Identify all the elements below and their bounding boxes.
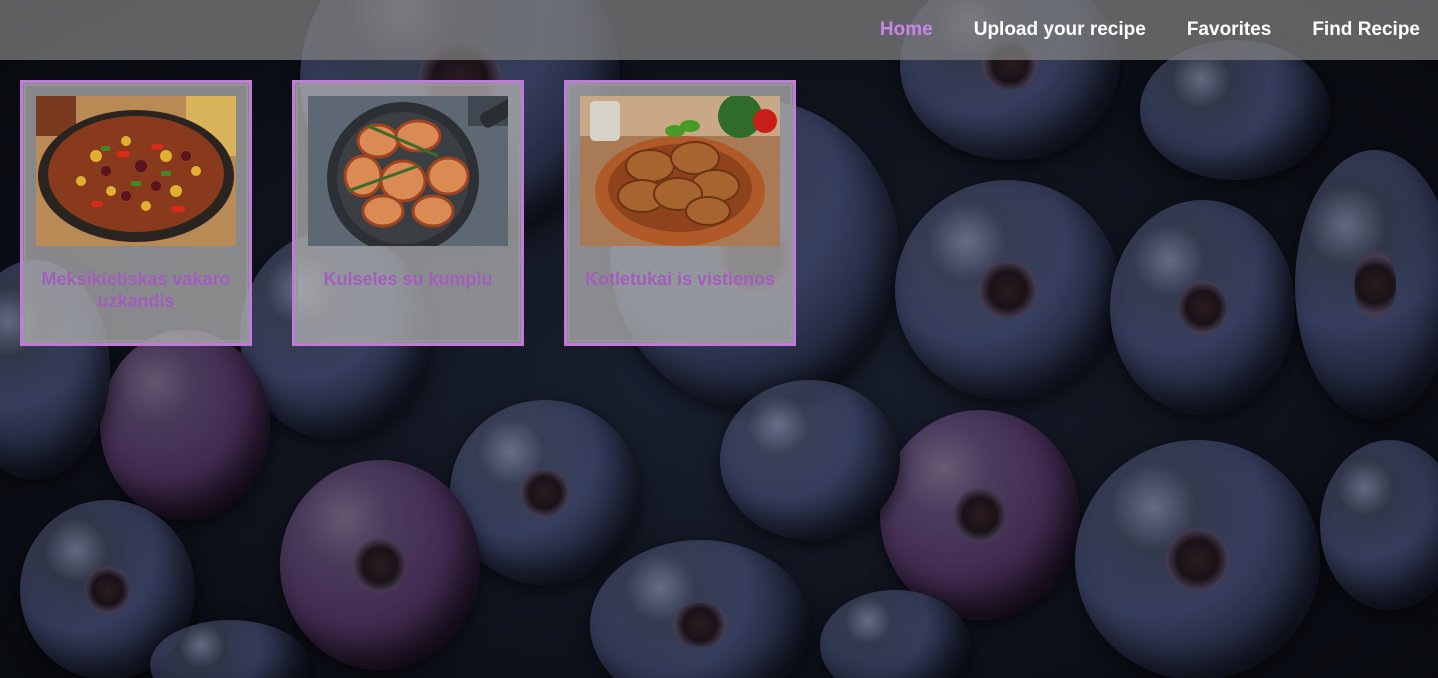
blueberry bbox=[1110, 200, 1295, 415]
blueberry bbox=[1320, 440, 1438, 610]
chicken-patties-image bbox=[580, 96, 780, 246]
blueberry bbox=[100, 330, 270, 520]
nav-upload-recipe-link[interactable]: Upload your recipe bbox=[974, 19, 1146, 41]
blueberry bbox=[1295, 150, 1438, 420]
blueberry bbox=[280, 460, 480, 670]
chili-pan-image bbox=[36, 96, 236, 246]
recipe-card-title: Kulseles su kumpiu bbox=[323, 269, 493, 289]
top-navbar: Home Upload your recipe Favorites Find R… bbox=[0, 0, 1438, 60]
recipe-card[interactable]: Meksikietiskas vakaro uzkandis bbox=[20, 80, 252, 346]
nav-home-link[interactable]: Home bbox=[880, 19, 933, 41]
recipe-card[interactable]: Kotletukai is vistienos bbox=[564, 80, 796, 346]
blueberry bbox=[880, 410, 1080, 620]
nav-favorites-link[interactable]: Favorites bbox=[1187, 19, 1271, 41]
blueberry bbox=[1140, 40, 1330, 180]
blueberry bbox=[1075, 440, 1320, 678]
blueberry bbox=[720, 380, 900, 540]
recipe-card-title: Kotletukai is vistienos bbox=[584, 269, 776, 289]
nav-links: Home Upload your recipe Favorites Find R… bbox=[880, 0, 1420, 60]
blueberry bbox=[590, 540, 810, 678]
recipe-card[interactable]: Kulseles su kumpiu bbox=[292, 80, 524, 346]
recipe-card-title: Meksikietiskas vakaro uzkandis bbox=[41, 269, 231, 311]
nav-find-recipe-link[interactable]: Find Recipe bbox=[1312, 19, 1420, 41]
bacon-wrapped-chicken-image bbox=[308, 96, 508, 246]
recipe-card-list: Meksikietiskas vakaro uzkandis Kulseles … bbox=[20, 80, 796, 346]
blueberry bbox=[895, 180, 1120, 400]
